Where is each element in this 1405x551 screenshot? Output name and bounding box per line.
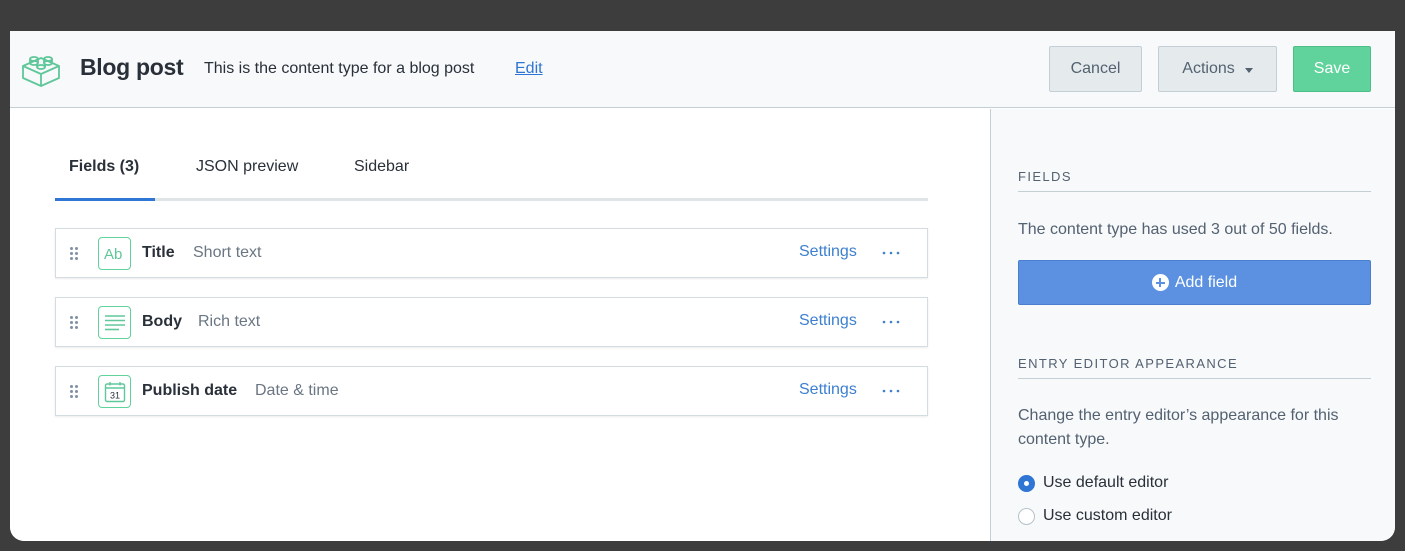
edit-description-link[interactable]: Edit: [515, 60, 543, 78]
field-type: Date & time: [255, 382, 339, 399]
more-options-icon[interactable]: [881, 381, 901, 401]
field-name: Title: [142, 244, 175, 261]
radio-default-editor[interactable]: Use default editor: [1018, 474, 1168, 492]
short-text-icon: Ab: [98, 237, 131, 270]
svg-text:31: 31: [109, 390, 119, 400]
cancel-button[interactable]: Cancel: [1049, 46, 1142, 92]
field-row-body[interactable]: Body Rich text Settings: [55, 297, 928, 347]
field-row-publish-date[interactable]: 31 Publish date Date & time Settings: [55, 366, 928, 416]
drag-handle-icon[interactable]: [70, 247, 78, 261]
right-sidebar: Fields The content type has used 3 out o…: [990, 109, 1395, 541]
more-options-icon[interactable]: [881, 243, 901, 263]
field-name: Publish date: [142, 382, 238, 399]
field-name: Body: [142, 313, 182, 330]
active-tab-indicator: [55, 198, 155, 201]
fields-usage-text: The content type has used 3 out of 50 fi…: [1018, 221, 1333, 238]
cancel-button-label: Cancel: [1070, 60, 1121, 77]
actions-dropdown-button[interactable]: Actions: [1158, 46, 1277, 92]
caret-down-icon: [1244, 67, 1253, 73]
drag-handle-icon[interactable]: [70, 316, 78, 330]
svg-text:Ab: Ab: [104, 246, 122, 262]
tab-bar: Fields (3) JSON preview Sidebar: [55, 154, 928, 201]
radio-label: Use default editor: [1043, 474, 1169, 491]
field-settings-link[interactable]: Settings: [799, 312, 857, 330]
actions-button-label: Actions: [1182, 60, 1235, 77]
radio-custom-editor[interactable]: Use custom editor: [1018, 507, 1172, 525]
field-type: Short text: [193, 244, 262, 261]
field-type: Rich text: [198, 313, 261, 330]
field-settings-link[interactable]: Settings: [799, 381, 857, 399]
tab-sidebar[interactable]: Sidebar: [354, 158, 409, 176]
tab-json-preview[interactable]: JSON preview: [196, 158, 298, 176]
tab-bar-divider: [55, 198, 928, 201]
lego-brick-icon: [22, 56, 60, 87]
drag-handle-icon[interactable]: [70, 385, 78, 399]
field-settings-link[interactable]: Settings: [799, 243, 857, 261]
save-button[interactable]: Save: [1293, 46, 1371, 92]
plus-circle-icon: [1151, 274, 1169, 291]
save-button-label: Save: [1313, 60, 1351, 77]
fields-heading: Fields: [1018, 169, 1371, 192]
tab-fields[interactable]: Fields (3): [69, 158, 139, 176]
add-field-label: Add field: [1174, 273, 1238, 291]
entry-editor-appearance-heading: Entry editor appearance: [1018, 356, 1371, 379]
content-type-description: This is the content type for a blog post: [204, 60, 475, 77]
calendar-icon: 31: [98, 375, 131, 408]
content-type-editor-window: Blog post This is the content type for a…: [10, 31, 1395, 541]
rich-text-icon: [98, 306, 131, 339]
more-options-icon[interactable]: [881, 312, 901, 332]
field-row-title[interactable]: Ab Title Short text Settings: [55, 228, 928, 278]
page-title: Blog post: [80, 54, 184, 80]
radio-label: Use custom editor: [1043, 507, 1172, 524]
appearance-description: Change the entry editor’s appearance for…: [1018, 407, 1339, 448]
radio-button-checked[interactable]: [1018, 474, 1035, 492]
page-header: Blog post This is the content type for a…: [10, 31, 1395, 108]
radio-button-unchecked[interactable]: [1018, 507, 1035, 525]
add-field-button[interactable]: Add field: [1018, 260, 1371, 305]
main-content: Fields (3) JSON preview Sidebar Ab Title…: [10, 109, 990, 541]
